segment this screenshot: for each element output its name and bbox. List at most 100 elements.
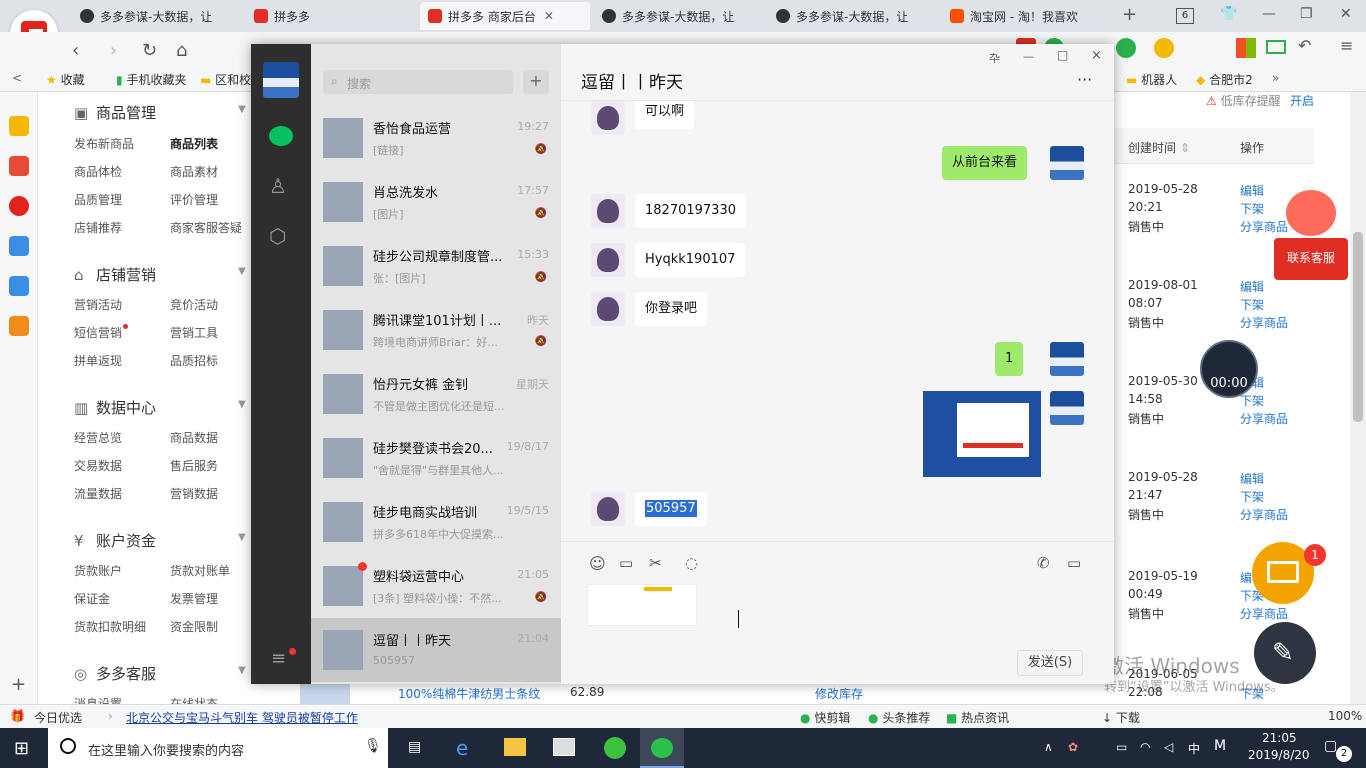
explorer-icon[interactable] <box>504 738 526 756</box>
menu-item[interactable]: 交易数据 <box>74 457 122 474</box>
browser-tab-active[interactable]: 拼多多 商家后台 ✕ <box>420 2 590 30</box>
menu-item[interactable]: 营销活动 <box>74 296 122 313</box>
menu-item[interactable]: 商家客服答疑 <box>170 219 242 236</box>
favorite-icon[interactable] <box>9 116 29 136</box>
edit-link[interactable]: 编辑 <box>1240 278 1264 295</box>
menu-item[interactable]: 竞价活动 <box>170 296 218 313</box>
share-link[interactable]: 分享商品 <box>1240 506 1288 523</box>
share-link[interactable]: 分享商品 <box>1240 410 1288 427</box>
clock-time[interactable]: 21:05 <box>1262 731 1297 745</box>
new-tab-icon[interactable]: + <box>1122 4 1137 25</box>
volume-icon[interactable]: ◁ <box>1164 740 1173 754</box>
status-item[interactable]: ↓ 下载 <box>1102 709 1140 726</box>
menu-item[interactable]: 商品素材 <box>170 163 218 180</box>
menu-item[interactable]: 营销数据 <box>170 485 218 502</box>
contact-service-button[interactable]: 联系客服 <box>1274 238 1348 280</box>
undo-icon[interactable]: ↶ <box>1298 36 1311 55</box>
coin-icon[interactable] <box>1154 38 1174 58</box>
menu-item[interactable]: 货款账户 <box>74 562 122 579</box>
menu-item[interactable]: 评价管理 <box>170 191 218 208</box>
chat-icon[interactable] <box>269 126 293 146</box>
window-close-icon[interactable]: ✕ <box>1340 6 1352 22</box>
menu-item[interactable]: 短信营销 <box>74 324 129 341</box>
message-input[interactable] <box>561 576 1114 656</box>
conversation-item[interactable]: 腾讯课堂101计划丨... 跨境电商讲师Briar：好... 昨天 🔕 <box>311 298 561 362</box>
conversation-item[interactable]: 肖总洗发水 [图片] 17:57 🔕 <box>311 170 561 234</box>
menu-item[interactable]: 货款扣款明细 <box>74 618 146 635</box>
menu-icon[interactable]: ≡ <box>1340 36 1353 55</box>
menu-item[interactable]: 发布新商品 <box>74 135 134 152</box>
today-picks-link[interactable]: 今日优选 <box>34 709 82 726</box>
video-icon[interactable]: ▭ <box>1067 554 1081 572</box>
status-item[interactable]: ● 快剪辑 <box>800 709 850 726</box>
menu-item[interactable]: 货款对账单 <box>170 562 230 579</box>
weibo-icon[interactable] <box>9 196 29 216</box>
note-icon[interactable] <box>9 316 29 336</box>
search-input[interactable]: ⌕ 搜索 <box>323 70 513 94</box>
menu-item[interactable]: 保证金 <box>74 590 110 607</box>
taskbar-search-input[interactable]: 在这里输入你要搜索的内容 🎙 <box>48 728 388 768</box>
delist-link[interactable]: 下架 <box>1240 296 1264 313</box>
edit-link[interactable]: 编辑 <box>1240 182 1264 199</box>
browser-tab[interactable]: 多多参谋-大数据，让 <box>594 2 764 30</box>
bookmark-item[interactable]: ▬ 机器人 <box>1126 71 1177 88</box>
share-link[interactable]: 分享商品 <box>1240 218 1288 235</box>
delist-link[interactable]: 下架 <box>1240 488 1264 505</box>
browser-tab[interactable]: 多多参谋-大数据，让 <box>768 2 938 30</box>
contacts-icon[interactable]: ♙ <box>269 174 287 198</box>
menu-item[interactable]: 品质管理 <box>74 191 122 208</box>
scrollbar-thumb[interactable] <box>1353 232 1363 422</box>
zoom-level[interactable]: 100% <box>1328 709 1362 723</box>
conversation-item[interactable]: 怡丹元女裤 金钊 不管是做主图优化还是短... 星期天 <box>311 362 561 426</box>
phone-icon[interactable]: ✆ <box>1037 554 1050 572</box>
menu-item-active[interactable]: 商品列表 <box>170 135 218 152</box>
apps-icon[interactable] <box>1236 38 1256 58</box>
news-icon[interactable] <box>9 156 29 176</box>
tray-app-icon[interactable]: ✿ <box>1068 740 1078 754</box>
conversation-item-selected[interactable]: 逗留丨丨昨天 505957 21:04 <box>311 618 561 682</box>
gift-icon[interactable]: 🎁 <box>10 709 25 723</box>
conversation-item[interactable]: 香怡食品运营 [链接] 19:27 🔕 <box>311 106 561 170</box>
wifi-icon[interactable]: ◠ <box>1140 740 1150 754</box>
menu-item[interactable]: 售后服务 <box>170 457 218 474</box>
enable-link[interactable]: 开启 <box>1290 92 1314 109</box>
browser-tab[interactable]: 多多参谋-大数据，让 <box>72 2 242 30</box>
battery-icon[interactable] <box>1266 40 1286 54</box>
my-avatar[interactable] <box>263 62 299 98</box>
edge-icon[interactable]: e <box>456 736 468 760</box>
minimize-icon[interactable]: — <box>1262 6 1276 22</box>
conversation-item[interactable]: 硅步樊登读书会20... "舍就是得"与群里其他人... 19/8/17 <box>311 426 561 490</box>
doc-icon[interactable] <box>9 276 29 296</box>
share-link[interactable]: 分享商品 <box>1240 605 1288 622</box>
menu-item[interactable]: 营销工具 <box>170 324 218 341</box>
menu-item[interactable]: 商品体检 <box>74 163 122 180</box>
favorites-icon[interactable]: ⬡ <box>269 224 286 248</box>
conversation-item[interactable]: 硅步电商实战培训 拼多多618年中大促摸索... 19/5/15 <box>311 490 561 554</box>
share-link[interactable]: 分享商品 <box>1240 314 1288 331</box>
refresh-icon[interactable]: ↻ <box>142 40 157 61</box>
col-created-header[interactable]: 创建时间 ⇕ <box>1128 139 1190 156</box>
menu-item[interactable]: 发票管理 <box>170 590 218 607</box>
more-icon[interactable]: ··· <box>1077 70 1092 89</box>
status-item[interactable]: ■ 热点资讯 <box>946 709 1009 726</box>
ime-indicator[interactable]: 中 <box>1188 740 1200 757</box>
mail-icon[interactable] <box>9 236 29 256</box>
task-view-icon[interactable]: ▤ <box>408 739 421 755</box>
start-icon[interactable]: ⊞ <box>14 738 29 759</box>
extension-icon[interactable] <box>1116 38 1136 58</box>
menu-item[interactable]: 拼单返现 <box>74 352 122 369</box>
back-icon[interactable]: ‹ <box>72 40 79 61</box>
close-icon[interactable]: ✕ <box>544 9 554 23</box>
browser-tab[interactable]: 拼多多 <box>246 2 416 30</box>
minimize-icon[interactable]: — <box>1023 50 1034 63</box>
chat-bubble-icon[interactable]: ◌ <box>685 554 698 572</box>
folder-icon[interactable]: ▭ <box>619 554 633 572</box>
ime-mode-icon[interactable]: M <box>1214 738 1226 754</box>
maximize-icon[interactable]: □ <box>1057 48 1068 62</box>
edit-float-button[interactable]: ✎ <box>1254 622 1316 684</box>
news-ticker-link[interactable]: 北京公交与宝马斗气别车 驾驶员被暂停工作 <box>126 709 358 726</box>
tray-chevron-icon[interactable]: ∧ <box>1044 740 1053 754</box>
clock-date[interactable]: 2019/8/20 <box>1248 748 1310 762</box>
sidebar-toggle-icon[interactable]: < <box>12 71 22 85</box>
bookmark-item[interactable]: ◆ 合肥市2 <box>1196 71 1253 88</box>
